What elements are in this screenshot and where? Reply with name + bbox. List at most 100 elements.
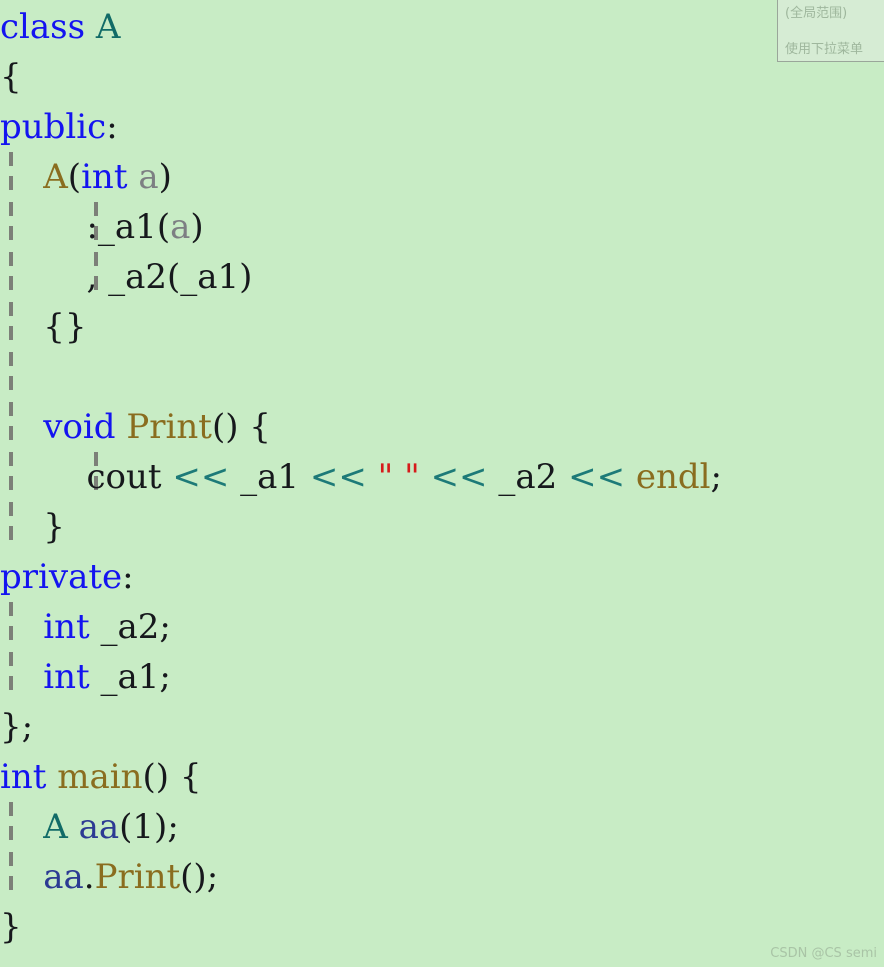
code-line[interactable]: int _a1; [0,652,884,702]
code-token: cout [0,457,173,497]
code-token: :_a1( [0,207,171,247]
code-token: a [138,157,159,197]
code-line[interactable]: , _a2(_a1) [0,252,884,302]
code-token: } [0,507,65,547]
code-line[interactable]: } [0,502,884,552]
code-token: int [43,607,90,647]
code-line[interactable]: cout << _a1 << " " << _a2 << endl; [0,452,884,502]
indent-guide-icon [9,352,13,402]
code-line[interactable]: private: [0,552,884,602]
code-token: int [81,157,128,197]
code-line-text: aa.Print(); [0,857,218,897]
code-token: Print [94,857,181,897]
code-line[interactable]: }; [0,702,884,752]
code-token: int [0,757,47,797]
intellisense-scope-popup[interactable]: (全局范围) 使用下拉菜单 [777,0,884,62]
code-line-text: } [0,507,65,547]
code-token: , _a2(_a1) [0,257,253,297]
code-token: () { [211,407,271,447]
code-token: (1); [119,807,179,847]
code-line[interactable]: } [0,902,884,952]
code-line-text: int _a1; [0,657,171,697]
tooltip-hint-label: 使用下拉菜单 [785,42,864,57]
code-line-text: A aa(1); [0,807,179,847]
code-token: int [43,657,90,697]
code-line-text: public: [0,107,118,147]
code-line-text: void Print() { [0,407,271,447]
code-token: _a1; [89,657,171,697]
code-line[interactable]: aa.Print(); [0,852,884,902]
code-token: << [309,457,367,497]
code-token: (); [180,857,219,897]
code-line[interactable]: int main() { [0,752,884,802]
code-token: _a2; [89,607,171,647]
code-token: _a2 [487,457,569,497]
code-token: endl [635,457,711,497]
code-token: aa [43,857,84,897]
code-token: . [83,857,95,897]
code-token: ) [190,207,204,247]
watermark-label: CSDN @CS semi [770,946,877,961]
code-token: A [43,807,68,847]
code-token: main [57,757,143,797]
code-line-text: int main() { [0,757,202,797]
code-line-text: A(int a) [0,157,172,197]
code-token: }; [0,707,34,747]
code-token: {} [0,307,87,347]
code-line-text: }; [0,707,33,747]
code-lines-container[interactable]: class A{public: A(int a) :_a1(a) , _a2(_… [0,2,884,952]
code-line[interactable]: A aa(1); [0,802,884,852]
code-token: public [0,107,107,147]
code-line-text: private: [0,557,134,597]
code-token: { [0,57,22,97]
code-token: ( [67,157,82,197]
code-line-text: } [0,907,22,947]
code-token: private [0,557,123,597]
code-token: _a1 [229,457,310,497]
code-line-text: :_a1(a) [0,207,204,247]
tooltip-scope-label: (全局范围) [785,6,848,21]
code-token: : [106,107,118,147]
code-line-text: { [0,57,22,97]
code-line[interactable]: A(int a) [0,152,884,202]
code-line[interactable] [0,352,884,402]
code-token: " " [377,457,420,497]
code-token: << [430,457,488,497]
code-line[interactable]: class A [0,2,884,52]
code-line-text: {} [0,307,87,347]
code-editor-surface[interactable]: class A{public: A(int a) :_a1(a) , _a2(_… [0,0,884,967]
code-token: Print [126,407,212,447]
code-line-text: cout << _a1 << " " << _a2 << endl; [0,457,722,497]
code-line-text: , _a2(_a1) [0,257,252,297]
code-line[interactable]: {} [0,302,884,352]
code-token: aa [78,807,120,847]
code-token: ; [710,457,723,497]
code-token: << [172,457,230,497]
code-token: ) [158,157,172,197]
code-line-text: int _a2; [0,607,171,647]
code-token: A [95,7,121,47]
code-line[interactable]: int _a2; [0,602,884,652]
code-token: << [568,457,626,497]
code-line[interactable]: void Print() { [0,402,884,452]
code-token: A [43,157,68,197]
code-token: : [122,557,134,597]
code-token: a [170,207,191,247]
code-line[interactable]: { [0,52,884,102]
code-token: () { [142,757,202,797]
code-line[interactable]: :_a1(a) [0,202,884,252]
code-line-text: class A [0,7,120,47]
code-token: class [0,7,96,47]
code-line[interactable]: public: [0,102,884,152]
